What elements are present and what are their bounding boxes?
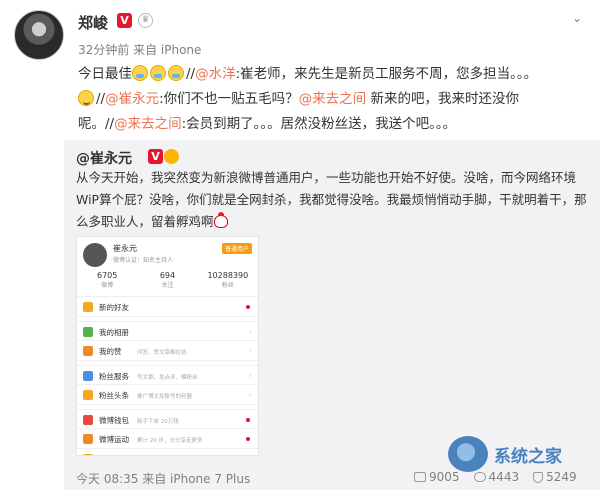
menu-item-desc: 累计 20 步，分分享走更多 xyxy=(137,438,203,444)
like-count: 5249 xyxy=(546,470,577,484)
verified-badge: V xyxy=(148,149,163,164)
menu-item-icon xyxy=(83,346,93,356)
repost-text-body: 从今天开始，我突然变为新浪微博普通用户，一些功能也开始不好使。没啥，而今网络环境… xyxy=(76,170,587,229)
menu-item-desc: 写文章、发点评、模粉丝 xyxy=(137,375,198,381)
share-icon xyxy=(414,472,426,482)
menu-item-label: 粉丝服务 xyxy=(99,372,129,381)
profile-menu-item[interactable]: 微博运动 累计 20 步，分分享走更多 xyxy=(77,429,258,449)
notification-dot xyxy=(246,418,250,422)
mention-link[interactable]: @水洋 xyxy=(195,66,236,82)
profile-menu: 新的好友 我的相册 › 我的赞 问答、赞文章都在这 › 粉丝服务 写文章、发点评、模粉丝 › 粉丝… xyxy=(77,297,258,455)
menu-item-icon xyxy=(83,327,93,337)
share-count: 9005 xyxy=(429,470,460,484)
watermark-logo-icon xyxy=(448,436,488,472)
menu-item-icon xyxy=(83,454,93,455)
cry-emoji-icon xyxy=(150,65,166,81)
verified-badge: V xyxy=(117,13,132,28)
phone-screenshot[interactable]: 崔永元 微博认证：知名主持人 普通用户 6705 微博 694 关注 10288390 粉… xyxy=(76,236,259,456)
menu-item-desc: 推广博文及账号的利器 xyxy=(137,394,193,400)
post-text: 今日最佳//@水洋:崔老师，来先生是新员工服务不周，您多担当。。。 //@崔永元… xyxy=(78,65,538,132)
profile-stat-number: 10288390 xyxy=(207,271,249,280)
like-button[interactable]: 5249 xyxy=(533,470,577,484)
share-button[interactable]: 9005 xyxy=(414,470,460,484)
menu-item-label: 微博钱包 xyxy=(99,416,129,425)
post-text-segment: 今日最佳 xyxy=(78,66,132,82)
menu-item-icon xyxy=(83,390,93,400)
chevron-right-icon: › xyxy=(248,371,252,380)
member-tag: 普通用户 xyxy=(221,243,252,254)
profile-stats: 6705 微博 694 关注 10288390 粉丝 xyxy=(77,271,258,289)
author-name[interactable]: 郑峻 xyxy=(78,12,108,33)
profile-stat-number: 6705 xyxy=(96,271,118,280)
watermark-text: 系统之家 xyxy=(494,446,562,467)
menu-item-icon xyxy=(83,434,93,444)
profile-avatar xyxy=(83,243,107,267)
mention-link[interactable]: @来去之间 xyxy=(114,116,182,132)
repost-text: 从今天开始，我突然变为新浪微博普通用户，一些功能也开始不好使。没啥，而今网络环境… xyxy=(76,167,592,233)
profile-menu-item[interactable]: 粉丝头条 推广博文及账号的利器 › xyxy=(77,385,258,405)
menu-item-icon xyxy=(83,371,93,381)
menu-item-label: 新的好友 xyxy=(99,303,129,312)
menu-item-label: 免流量 xyxy=(99,454,122,455)
profile-stat[interactable]: 694 关注 xyxy=(137,271,197,289)
repost-meta: 今天 08:35 来自 iPhone 7 Plus xyxy=(76,472,251,486)
notification-dot xyxy=(246,305,250,309)
post-text-segment: :你们不也一贴五毛吗？ xyxy=(159,91,299,107)
menu-item-desc: 问答、赞文章都在这 xyxy=(137,350,187,356)
profile-stat[interactable]: 10288390 粉丝 xyxy=(198,271,258,289)
profile-stat-label: 关注 xyxy=(161,282,174,289)
comment-count: 4443 xyxy=(488,470,520,484)
mention-link[interactable]: @崔永元 xyxy=(105,91,159,107)
member-crown-icon: ♛ xyxy=(138,13,153,28)
menu-item-desc: 新手下单 20万钱 xyxy=(137,419,179,425)
menu-item-icon xyxy=(83,415,93,425)
mention-link[interactable]: @来去之间 xyxy=(299,91,367,107)
profile-menu-item[interactable]: 新的好友 xyxy=(77,297,258,317)
notification-dot xyxy=(246,437,250,441)
post-meta: 32分钟前 来自 iPhone xyxy=(78,43,202,57)
chicken-emoji-icon xyxy=(213,212,228,228)
menu-item-label: 粉丝头条 xyxy=(99,391,129,400)
repost-stats: 9005 4443 5249 xyxy=(414,470,577,484)
profile-menu-item[interactable]: 免流量微博随卡 xyxy=(77,449,258,455)
post-text-segment: // xyxy=(96,91,106,107)
profile-header: 崔永元 微博认证：知名主持人 普通用户 6705 微博 694 关注 10288390 粉… xyxy=(77,237,258,297)
chevron-right-icon: › xyxy=(248,390,252,399)
profile-stat[interactable]: 6705 微博 xyxy=(77,271,137,289)
like-icon xyxy=(533,471,544,483)
post-text-segment: :会员到期了。。。居然没粉丝送，我送个吧。。。 xyxy=(181,116,457,132)
post-text-segment: 呢。// xyxy=(78,116,115,132)
profile-stat-label: 粉丝 xyxy=(221,282,234,289)
chevron-down-icon[interactable]: ⌄ xyxy=(569,10,585,26)
profile-menu-item[interactable]: 我的相册 › xyxy=(77,321,258,341)
comment-icon xyxy=(473,472,486,482)
post-text-segment: 新来的吧，我来时还没你 xyxy=(370,91,519,107)
smile-emoji-icon xyxy=(78,90,94,106)
repost-author[interactable]: @崔永元 xyxy=(76,148,132,168)
menu-item-label: 微博运动 xyxy=(99,435,129,444)
menu-item-label: 我的赞 xyxy=(99,347,122,356)
post-text-segment: :崔老师，来先生是新员工服务不周，您多担当。。。 xyxy=(235,66,538,82)
watermark: 系统之家 xyxy=(448,436,562,472)
profile-subtitle: 微博认证：知名主持人 xyxy=(113,257,174,264)
profile-menu-item[interactable]: 粉丝服务 写文章、发点评、模粉丝 › xyxy=(77,365,258,385)
profile-stat-label: 微博 xyxy=(101,282,114,289)
profile-name: 崔永元 xyxy=(113,244,137,253)
comment-button[interactable]: 4443 xyxy=(473,470,520,484)
profile-menu-item[interactable]: 微博钱包 新手下单 20万钱 xyxy=(77,409,258,429)
cry-emoji-icon xyxy=(168,65,184,81)
vip-badge-icon xyxy=(164,149,179,164)
cry-emoji-icon xyxy=(132,65,148,81)
menu-item-icon xyxy=(83,302,93,312)
menu-item-label: 我的相册 xyxy=(99,328,129,337)
chevron-right-icon: › xyxy=(248,327,252,336)
profile-menu-item[interactable]: 我的赞 问答、赞文章都在这 › xyxy=(77,341,258,361)
chevron-right-icon: › xyxy=(248,346,252,355)
avatar[interactable] xyxy=(14,10,64,60)
profile-stat-number: 694 xyxy=(159,271,176,280)
